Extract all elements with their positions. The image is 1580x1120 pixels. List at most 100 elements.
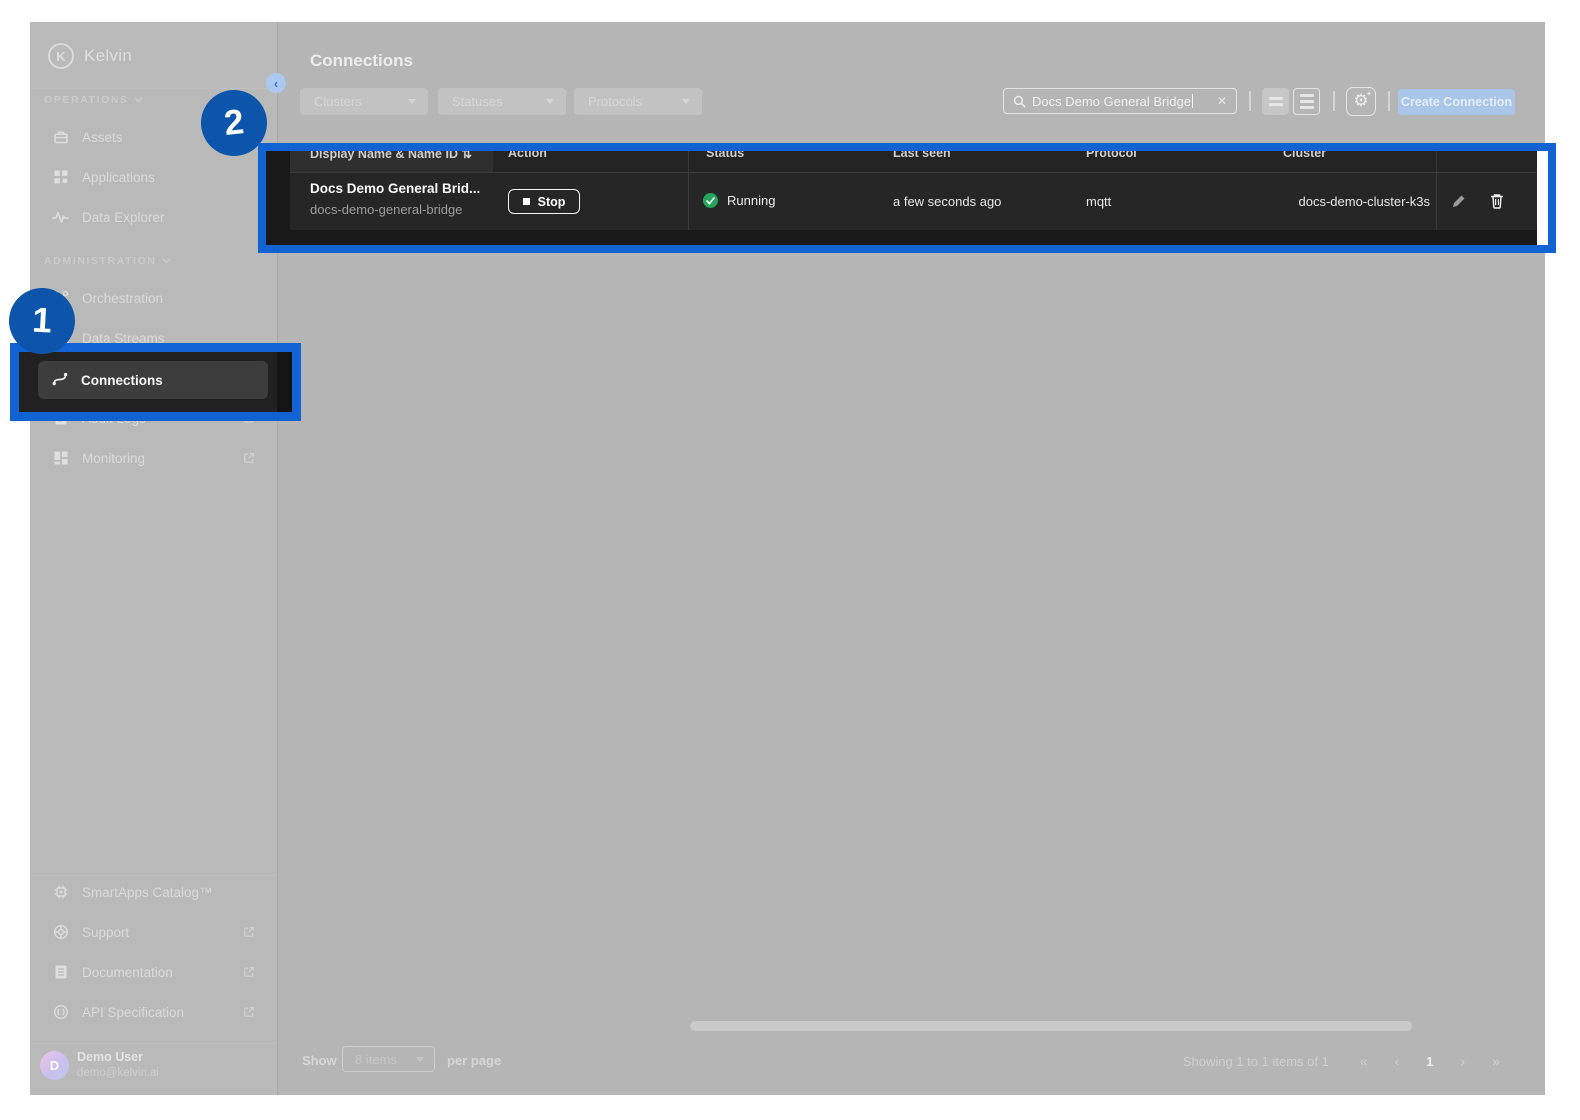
protocol-cell: mqtt	[1086, 194, 1112, 209]
pagination: Showing 1 to 1 items of 1 « ‹ 1 › »	[1183, 1053, 1500, 1069]
page-size-value: 8 items	[355, 1051, 397, 1067]
pagination-summary: Showing 1 to 1 items of 1	[1182, 1053, 1329, 1069]
sidebar-item-label: Monitoring	[82, 450, 146, 466]
sidebar-item-label: Assets	[82, 129, 123, 145]
edit-button[interactable]	[1450, 192, 1468, 210]
sidebar-item-api-specification[interactable]: API Specification	[30, 997, 277, 1027]
connections-highlight-area: Connections	[19, 352, 292, 412]
user-email: demo@kelvin.ai	[77, 1067, 159, 1079]
sort-icon[interactable]: ⇅	[461, 151, 471, 161]
table-settings-button[interactable]: ⚙ ✦	[1346, 87, 1376, 116]
highlight-box-table: Display Name & Name ID ⇅ Action Status L…	[258, 143, 1556, 253]
connections-table: Display Name & Name ID ⇅ Action Status L…	[266, 151, 1537, 245]
section-label: ADMINISTRATION	[44, 255, 157, 267]
external-link-icon	[243, 452, 255, 464]
filter-label: Statuses	[452, 94, 503, 109]
section-administration[interactable]: ADMINISTRATION	[44, 255, 171, 267]
sidebar-item-label: Documentation	[82, 964, 173, 980]
last-page-button[interactable]: »	[1492, 1053, 1500, 1069]
screenshot-canvas: K Kelvin˙ OPERATIONS Assets Applications…	[0, 0, 1580, 1120]
cluster-cell: docs-demo-cluster-k3s	[1298, 194, 1431, 209]
filter-protocols[interactable]: Protocols	[574, 88, 702, 115]
external-link-icon	[243, 926, 255, 938]
filter-label: Clusters	[314, 94, 362, 109]
connections-icon	[51, 371, 69, 389]
list-view-icon	[1299, 94, 1314, 97]
sidebar-item-label: Support	[82, 924, 130, 940]
filter-statuses[interactable]: Statuses	[438, 88, 566, 115]
sidebar-item-label: SmartApps Catalog™	[82, 884, 213, 900]
pencil-icon	[1453, 195, 1465, 207]
sidebar-collapse-button[interactable]: ‹	[266, 73, 286, 93]
card-view-button[interactable]	[1262, 88, 1289, 115]
section-operations[interactable]: OPERATIONS	[44, 94, 143, 106]
avatar: D	[40, 1051, 69, 1080]
filter-label: Protocols	[588, 94, 643, 109]
sidebar-divider	[30, 875, 277, 876]
highlight-box-connections: Connections	[10, 343, 301, 421]
column-divider	[688, 151, 689, 230]
sidebar-item-documentation[interactable]: Documentation	[30, 957, 277, 987]
delete-button[interactable]	[1488, 192, 1506, 210]
documentation-icon	[52, 964, 69, 981]
connection-name-id: docs-demo-general-bridge	[310, 202, 463, 217]
sidebar-item-applications[interactable]: Applications	[30, 162, 277, 192]
search-input[interactable]: Docs Demo General Bridge ✕	[1003, 88, 1237, 114]
kelvin-logo-icon: K	[48, 43, 74, 69]
search-value: Docs Demo General Bridge	[1032, 93, 1191, 109]
chevron-down-icon	[162, 258, 171, 264]
sidebar-divider	[30, 88, 277, 89]
prev-page-button[interactable]: ‹	[1395, 1053, 1400, 1069]
column-status[interactable]: Status	[706, 151, 744, 160]
smartapps-catalog-icon	[52, 884, 69, 901]
column-last-seen[interactable]: Last seen	[893, 151, 951, 160]
check-circle-icon	[703, 193, 718, 208]
column-protocol[interactable]: Protocol	[1086, 151, 1137, 160]
assets-icon	[52, 129, 69, 146]
external-link-icon	[243, 966, 255, 978]
sidebar-item-label: Data Explorer	[82, 209, 165, 225]
horizontal-scrollbar[interactable]	[690, 1021, 1412, 1031]
chevron-down-icon	[416, 1056, 424, 1062]
page-size-select[interactable]: 8 items	[342, 1046, 435, 1072]
trash-icon	[1491, 194, 1503, 209]
clear-search-icon[interactable]: ✕	[1217, 94, 1227, 108]
toolbar-divider	[1388, 91, 1390, 111]
stop-label: Stop	[537, 194, 566, 209]
sidebar-item-smartapps-catalog[interactable]: SmartApps Catalog™	[30, 877, 277, 907]
list-view-button[interactable]	[1293, 88, 1320, 115]
last-seen-cell: a few seconds ago	[893, 194, 1002, 209]
sidebar-item-support[interactable]: Support	[30, 917, 277, 947]
sidebar-item-label: API Specification	[82, 1004, 185, 1020]
table-header-row: Display Name & Name ID ⇅ Action Status L…	[290, 151, 1537, 173]
create-connection-button[interactable]: Create Connection	[1398, 89, 1515, 115]
search-icon	[1013, 95, 1026, 108]
toolbar-divider	[1249, 91, 1251, 111]
sidebar: K Kelvin˙ OPERATIONS Assets Applications…	[30, 22, 278, 1095]
table-row[interactable]: Docs Demo General Brid... docs-demo-gene…	[290, 173, 1537, 230]
column-cluster[interactable]: Cluster	[1283, 151, 1326, 160]
current-page[interactable]: 1	[1426, 1054, 1433, 1069]
user-profile[interactable]: D Demo User demo@kelvin.ai	[30, 1043, 277, 1095]
page-title: Connections	[310, 51, 413, 70]
next-page-button[interactable]: ›	[1461, 1053, 1466, 1069]
filter-clusters[interactable]: Clusters	[300, 88, 428, 115]
card-view-icon	[1268, 97, 1283, 100]
sidebar-item-monitoring[interactable]: Monitoring	[30, 443, 277, 473]
chevron-down-icon	[134, 97, 143, 103]
support-icon	[52, 924, 69, 941]
sidebar-item-connections[interactable]: Connections	[38, 361, 268, 399]
column-display-name[interactable]: Display Name & Name ID ⇅	[310, 151, 472, 161]
column-action[interactable]: Action	[508, 151, 547, 160]
sidebar-item-data-explorer[interactable]: Data Explorer	[30, 202, 277, 232]
per-page-label: per page	[447, 1053, 502, 1068]
stop-button[interactable]: Stop	[508, 189, 580, 214]
data-explorer-icon	[52, 209, 69, 226]
connection-display-name[interactable]: Docs Demo General Brid...	[310, 181, 480, 196]
applications-icon	[52, 169, 69, 186]
first-page-button[interactable]: «	[1360, 1053, 1368, 1069]
status-badge: Running	[703, 193, 775, 208]
text-cursor	[1191, 94, 1194, 108]
user-name: Demo User	[77, 1050, 143, 1064]
status-text: Running	[727, 193, 776, 208]
